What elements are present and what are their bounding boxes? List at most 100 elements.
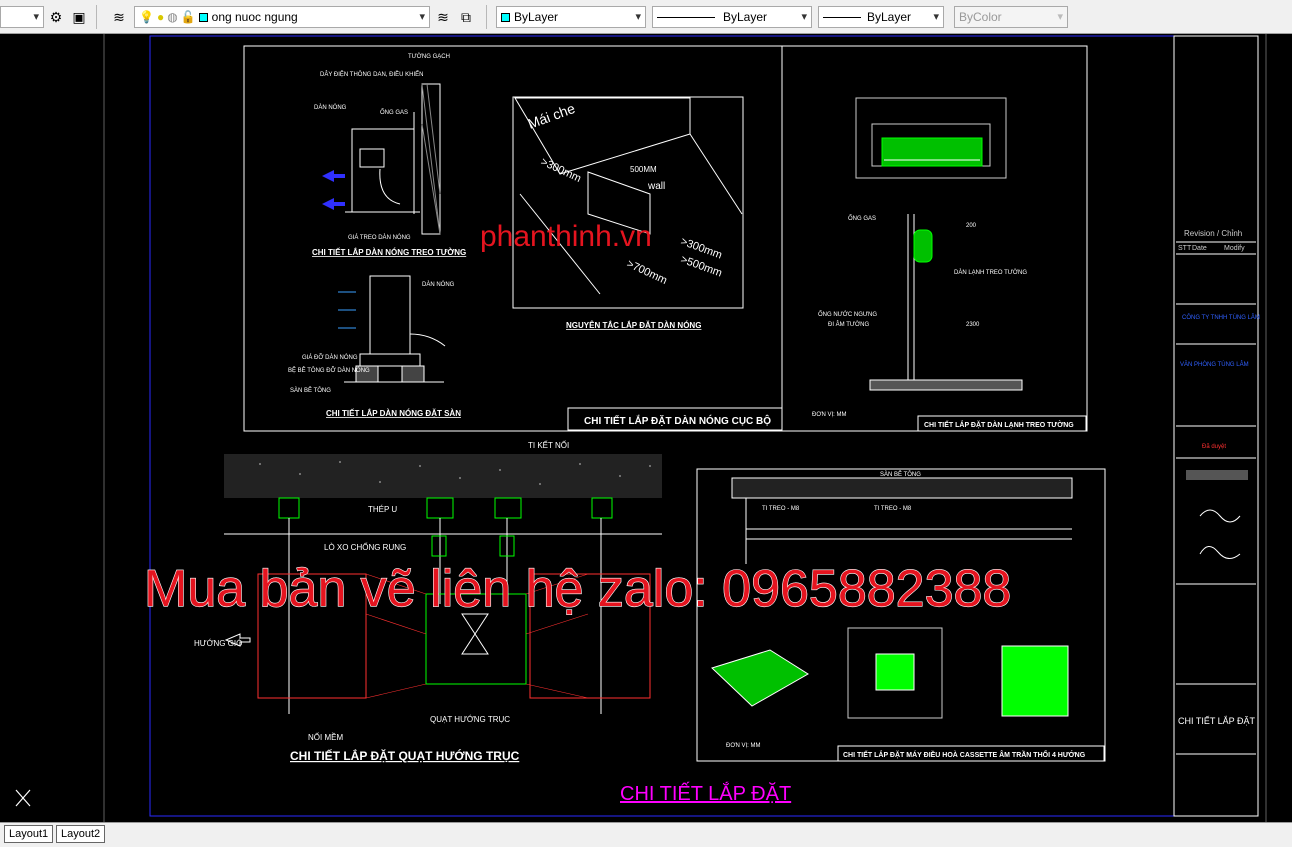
label-di-am-tuong: ĐI ÂM TƯỜNG: [828, 321, 869, 328]
separator: [96, 5, 97, 29]
spring-isolator: [431, 535, 447, 557]
label-tuong-gach: TƯỜNG GẠCH: [408, 53, 450, 60]
label-dim-200: 200: [966, 223, 977, 229]
label-quat-huong-truc: QUẠT HƯỚNG TRỤC: [430, 715, 510, 724]
layer-name: ong nuoc ngung: [211, 10, 298, 24]
pipe: [409, 333, 446, 347]
layer-dropdown[interactable]: 💡 ● ◍ 🔓 ong nuoc ngung ▾: [134, 6, 430, 28]
layer-previous-icon[interactable]: ⧉: [457, 8, 475, 26]
label-500mm: 500MM: [630, 165, 657, 174]
title-fan: CHI TIẾT LẮP ĐẶT QUẠT HƯỚNG TRỤC: [290, 748, 520, 763]
tab-layout2[interactable]: Layout2: [56, 825, 106, 843]
indoor-unit-side: [913, 229, 933, 263]
titleblock-date: Date: [1192, 245, 1207, 252]
title-floor-outdoor: CHI TIẾT LẮP DÀN NÓNG ĐẶT SÀN: [326, 408, 461, 418]
lightbulb-icon: 💡: [139, 10, 154, 24]
cad-drawing: TƯỜNG GẠCH DÂY ĐIỆN THÔNG DAN, ĐIỀU KHIỂ…: [15, 34, 1267, 822]
sun-icon: ●: [156, 10, 165, 24]
gas-pipe: [379, 168, 401, 205]
label-thep-u: THÉP U: [368, 505, 397, 514]
color-value: ByLayer: [514, 10, 559, 24]
airflow-arrow-icon: [322, 170, 345, 182]
main-title: CHI TIẾT LẮP ĐẶT: [620, 781, 791, 805]
floor-outdoor-unit: [369, 275, 411, 355]
label-gia-treo: GIÁ TREO DÀN NÓNG: [348, 234, 411, 241]
titleblock-company: CÔNG TY TNHH TÙNG LÂM: [1182, 314, 1260, 321]
label-gia-do: GIÁ ĐỠ DÀN NÓNG: [302, 354, 358, 361]
label-mai-che: Mái che: [526, 100, 578, 132]
panel-indoor-details: [781, 45, 1088, 432]
label-dan-lanh: DÀN LẠNH TREO TƯỜNG: [954, 269, 1027, 276]
label-don-vi-2: ĐƠN VỊ: MM: [726, 743, 760, 749]
linetype-dropdown[interactable]: ByLayer ▾: [652, 6, 812, 28]
titleblock-approved: Đã duyệt: [1202, 444, 1226, 450]
label-ti-treo: TI TREO - M8: [762, 506, 800, 512]
cassette-plan-unit: [875, 653, 915, 691]
layer-stack-icon[interactable]: ≋: [110, 8, 128, 26]
lineweight-preview: [823, 16, 861, 18]
separator: [486, 5, 487, 29]
label-dan-nong: DÀN NÓNG: [314, 104, 347, 111]
plotstyle-dropdown[interactable]: ByColor ▾: [954, 6, 1068, 28]
titleblock-sheet-title: CHI TIẾT LẮP ĐẶT: [1178, 716, 1256, 726]
title-cassette: CHI TIẾT LẮP ĐẶT MÁY ĐIỀU HOÀ CASSETTE Â…: [843, 749, 1086, 759]
outdoor-unit: [351, 128, 415, 213]
label-lo-xo: LÒ XO CHỐNG RUNG: [324, 542, 406, 552]
tab-layout1[interactable]: Layout1: [4, 825, 54, 843]
unit-panel: [359, 148, 385, 168]
plotstyle-value: ByColor: [959, 10, 1002, 24]
layer-walk-icon[interactable]: ▣: [70, 8, 88, 26]
chevron-down-icon: ▾: [801, 11, 807, 23]
drawing-canvas[interactable]: TƯỜNG GẠCH DÂY ĐIỆN THÔNG DAN, ĐIỀU KHIỂ…: [0, 34, 1292, 822]
label-ong-gas: ỐNG GAS: [380, 109, 408, 116]
layer-color-swatch: [198, 12, 208, 22]
label-ti-ket-noi: TI KẾT NỐI: [528, 440, 569, 450]
layout-tab-bar: Layout1 Layout2: [0, 822, 1292, 847]
label-san-be-tong-2: SÀN BÊ TÔNG: [880, 470, 921, 478]
view-dropdown[interactable]: ▾: [0, 6, 44, 28]
titleblock-modify: Modify: [1224, 245, 1245, 252]
label-huong-gio: HƯỚNG GIÓ: [194, 639, 242, 648]
indoor-unit-green: [881, 137, 983, 167]
title-principle: NGUYÊN TẮC LẮP ĐẶT DÀN NÓNG: [566, 321, 701, 330]
lock-icon: 🔓: [180, 10, 196, 24]
label-san-be-tong: SÀN BÊ TÔNG: [290, 386, 331, 394]
watermark-site: phanthinh.vn: [480, 220, 652, 253]
chevron-down-icon: ▾: [933, 11, 939, 23]
make-current-icon[interactable]: ≋: [434, 8, 452, 26]
label-be-tong: BỆ BÊ TÔNG ĐỠ DÀN NÓNG: [288, 366, 370, 374]
titleblock-project: VĂN PHÒNG TÙNG LÂM: [1180, 361, 1249, 368]
label-don-vi: ĐƠN VỊ: MM: [812, 412, 846, 418]
titleblock-stt: STT: [1178, 245, 1192, 252]
ucs-icon: [15, 789, 31, 807]
airflow-marks: [338, 291, 356, 329]
title-wall-outdoor: CHI TIẾT LẮP DÀN NÓNG TREO TƯỜNG: [312, 247, 466, 257]
label-day-dien: DÂY ĐIỆN THÔNG DAN, ĐIỀU KHIỂN: [320, 70, 423, 78]
lineweight-dropdown[interactable]: ByLayer ▾: [818, 6, 944, 28]
label-wall: wall: [647, 181, 665, 192]
lineweight-value: ByLayer: [867, 10, 912, 24]
watermark-contact: Mua bản vẽ liên hệ zalo: 0965882388: [144, 560, 1011, 618]
color-dropdown[interactable]: ByLayer ▾: [496, 6, 646, 28]
linetype-value: ByLayer: [723, 10, 768, 24]
signature: [1199, 509, 1241, 523]
layer-properties-icon[interactable]: ⚙: [47, 8, 65, 26]
color-swatch: [501, 12, 510, 22]
label-dan-nong-2: DÀN NÓNG: [422, 281, 455, 288]
airflow-arrow-icon: [322, 198, 345, 210]
title-local: CHI TIẾT LẮP ĐẶT DÀN NÓNG CỤC BỘ: [584, 414, 771, 427]
concrete-base: [401, 365, 425, 383]
label-dim-2300: 2300: [966, 322, 980, 328]
signature-stamp: [1186, 470, 1248, 480]
support-frame: [359, 353, 421, 367]
freeze-icon: ◍: [167, 10, 178, 24]
chevron-down-icon: ▾: [635, 11, 641, 23]
label-300mm-a: >300mm: [539, 156, 583, 185]
toolbar: ▾ ⚙ ▣ ≋ 💡 ● ◍ 🔓 ong nuoc ngung ▾ ≋ ⧉ ByL…: [0, 0, 1292, 34]
ceiling-slab: [224, 454, 662, 498]
title-indoor: CHI TIẾT LẮP ĐẶT DÀN LẠNH TREO TƯỜNG: [924, 419, 1074, 429]
chevron-down-icon: ▾: [33, 11, 39, 23]
cassette-slab: [731, 477, 1073, 499]
label-700mm: >700mm: [625, 258, 669, 287]
label-ong-gas-2: ỐNG GAS: [848, 215, 876, 222]
